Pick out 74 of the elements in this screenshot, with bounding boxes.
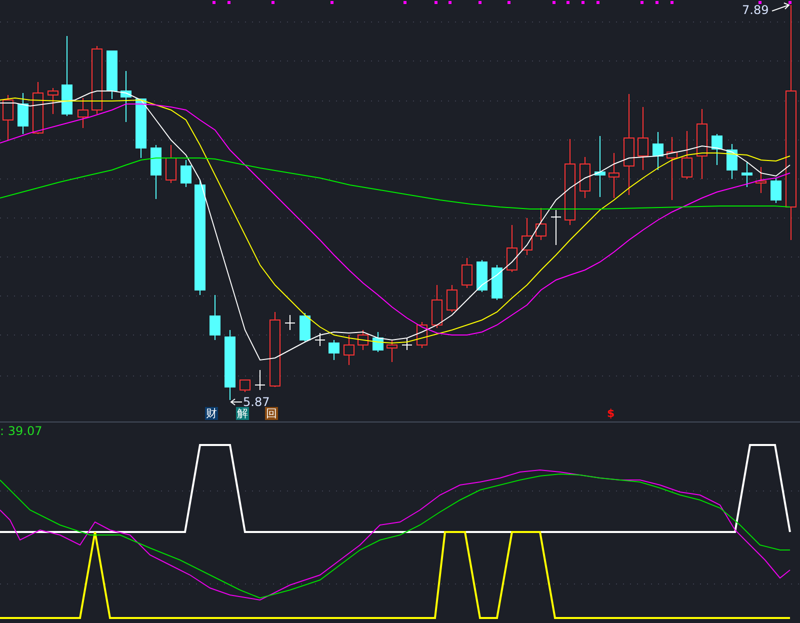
indicator-value: : 39.07 <box>0 424 42 438</box>
candlestick <box>492 264 502 300</box>
signal-marker-icon <box>508 1 510 4</box>
candlestick <box>210 294 220 340</box>
candlestick <box>2 94 14 140</box>
candlestick <box>224 330 236 400</box>
candlestick <box>580 156 590 198</box>
candlestick <box>78 98 88 128</box>
signal-marker-icon <box>434 1 438 4</box>
candlestick <box>432 284 442 328</box>
signal-marker-icon <box>330 1 334 4</box>
signal-marker-icon <box>552 1 556 4</box>
candlestick <box>402 338 412 350</box>
candlestick <box>594 136 606 198</box>
candlestick <box>92 46 102 114</box>
candlestick <box>756 166 766 194</box>
candlestick <box>696 108 708 180</box>
candlestick <box>372 332 384 352</box>
buyback-event-icon[interactable]: 回 <box>265 407 278 420</box>
candlestick <box>726 144 738 180</box>
signal-marker-icon <box>670 1 674 4</box>
candlestick <box>254 370 266 390</box>
dividend-event-icon[interactable]: $ <box>606 407 616 420</box>
candlestick <box>608 152 620 198</box>
candlestick <box>386 340 398 362</box>
candlestick <box>770 178 782 204</box>
candlestick <box>120 70 132 122</box>
candlestick <box>166 144 176 184</box>
candlestick <box>476 260 488 292</box>
high-price-label: 7.89 <box>742 3 769 17</box>
candlestick <box>284 314 296 330</box>
candlestick <box>550 210 562 246</box>
candlestick <box>666 136 678 200</box>
finance-event-icon[interactable]: 财 <box>205 407 218 420</box>
signal-marker-icon <box>788 1 792 4</box>
candlestick <box>300 312 310 342</box>
unlock-event-icon[interactable]: 解 <box>236 407 249 420</box>
candlestick <box>136 98 146 158</box>
signal-marker-icon <box>640 1 644 4</box>
candlestick <box>344 334 354 366</box>
candlestick <box>314 332 326 346</box>
candlestick <box>180 160 192 188</box>
signal-marker-icon <box>272 1 274 4</box>
signal-marker-icon <box>478 1 482 4</box>
high-pointer-arrow <box>772 2 790 12</box>
signal-marker-icon <box>656 1 658 4</box>
signal-marker-icon <box>596 1 600 4</box>
candlestick <box>638 106 648 170</box>
candlestick <box>522 218 532 256</box>
candlestick <box>48 88 58 114</box>
candlestick <box>712 134 722 166</box>
candlestick <box>32 82 44 134</box>
candlestick <box>446 284 458 312</box>
signal-marker-icon <box>448 1 452 4</box>
low-pointer-arrow <box>230 398 242 406</box>
candlestick <box>506 224 518 272</box>
candlestick <box>358 330 368 350</box>
candlestick <box>106 50 118 100</box>
candlestick <box>462 258 472 288</box>
candlestick <box>240 380 250 392</box>
signal-marker-icon <box>212 1 216 4</box>
candlestick <box>682 130 692 180</box>
candlestick <box>328 340 340 360</box>
candlestick <box>652 132 664 170</box>
signal-marker-icon <box>582 1 584 4</box>
signal-marker-icon <box>566 1 570 4</box>
signal-marker-icon <box>228 1 230 4</box>
signal-marker-icon <box>758 1 762 4</box>
candlestick <box>150 144 162 200</box>
signal-marker-icon <box>404 1 406 4</box>
low-price-label: 5.87 <box>243 395 270 409</box>
candlestick <box>742 162 752 188</box>
candlestick <box>18 92 28 134</box>
candlestick <box>536 208 546 240</box>
